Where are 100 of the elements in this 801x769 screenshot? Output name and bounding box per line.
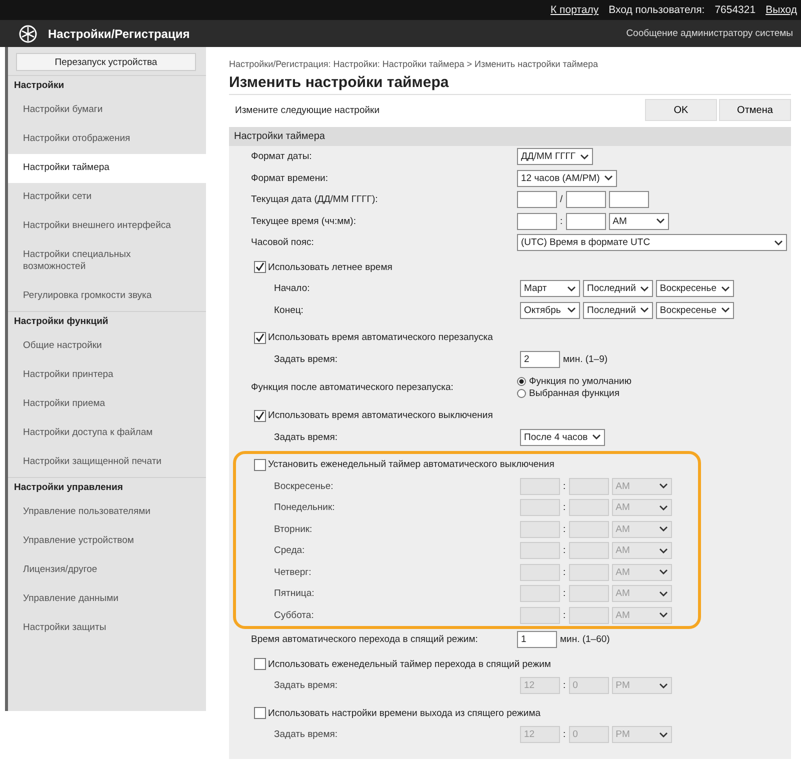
sidebar-item[interactable]: Регулировка громкости звука xyxy=(8,282,206,311)
top-link[interactable]: Выход xyxy=(766,4,797,16)
user-text: 7654321 xyxy=(714,4,756,16)
input-field[interactable] xyxy=(520,478,560,495)
input-field[interactable] xyxy=(568,585,609,602)
sidebar-item[interactable]: Настройки таймера xyxy=(8,154,206,183)
checkbox-label: Использовать настройки времени выхода из спящего режима xyxy=(268,708,541,719)
separator-text: : xyxy=(563,566,566,578)
radio-icon[interactable] xyxy=(517,377,526,386)
dropdown[interactable]: ДД/ММ ГГГГ xyxy=(517,148,593,166)
field-label: Среда: xyxy=(274,545,306,556)
input-field[interactable] xyxy=(568,499,609,516)
checkbox[interactable] xyxy=(254,707,266,720)
checkbox[interactable] xyxy=(254,658,266,670)
input-field[interactable] xyxy=(566,191,606,208)
sidebar-item[interactable]: Управление устройством xyxy=(8,527,206,556)
input-field[interactable]: 1 xyxy=(517,631,557,648)
separator-text: : xyxy=(563,680,566,692)
sidebar-item[interactable]: Управление пользователями xyxy=(8,498,206,527)
checkbox[interactable] xyxy=(254,261,266,274)
sidebar-item[interactable]: Настройки внешнего интерфейса xyxy=(8,212,206,241)
radio-icon[interactable] xyxy=(517,389,526,398)
sidebar-item[interactable]: Настройки специальных возможностей xyxy=(8,241,206,282)
input-field[interactable] xyxy=(608,191,649,208)
dropdown[interactable]: Воскресенье xyxy=(656,280,734,298)
sidebar-item[interactable]: Общие настройки xyxy=(8,332,206,361)
radio-option[interactable]: Функция по умолчанию xyxy=(517,376,632,387)
dropdown[interactable]: Октябрь xyxy=(520,302,580,319)
dropdown[interactable]: 12 часов (AM/PM) xyxy=(517,170,617,187)
chevron-down-icon xyxy=(592,434,601,440)
chevron-down-icon xyxy=(658,569,668,576)
chevron-down-icon xyxy=(656,218,665,224)
field-label: Время автоматического перехода в спящий режим: xyxy=(251,634,479,646)
chevron-down-icon xyxy=(567,307,576,314)
section-heading: Настройки таймера xyxy=(229,127,791,146)
separator-text: : xyxy=(563,480,566,492)
field-label: Вторник: xyxy=(274,524,314,535)
chevron-down-icon xyxy=(658,590,668,597)
checkbox-label: Использовать летнее время xyxy=(268,262,392,273)
restart-button[interactable]: Перезапуск устройства xyxy=(16,53,196,71)
sidebar-item[interactable]: Управление данными xyxy=(8,585,206,614)
chevron-down-icon xyxy=(720,307,730,314)
field-label: Задать время: xyxy=(274,729,339,740)
input-field[interactable]: 2 xyxy=(520,350,560,368)
dropdown[interactable]: Последний xyxy=(583,302,653,319)
radio-option[interactable]: Выбранная функция xyxy=(517,388,632,399)
user-text: Вход пользователя: xyxy=(608,4,705,16)
chevron-down-icon xyxy=(658,732,668,738)
field-label: Часовой пояс: xyxy=(251,237,315,248)
separator-text: : xyxy=(560,216,563,227)
input-field[interactable] xyxy=(520,542,560,560)
dropdown[interactable]: Март xyxy=(520,280,580,298)
field-label: Задать время: xyxy=(274,432,339,443)
input-field[interactable] xyxy=(520,564,560,581)
sidebar-item[interactable]: Лицензия/другое xyxy=(8,556,206,585)
admin-message-link[interactable]: Сообщение администратору системы xyxy=(626,28,793,39)
sidebar-item[interactable]: Настройки приема xyxy=(8,390,206,419)
input-field[interactable] xyxy=(568,478,609,495)
sidebar-item[interactable]: Настройки отображения xyxy=(8,125,206,154)
dropdown[interactable]: AM xyxy=(608,212,669,230)
input-field[interactable] xyxy=(517,212,557,230)
input-field[interactable] xyxy=(520,606,560,624)
sidebar-heading: Настройки управления xyxy=(8,477,206,498)
checkbox-label: Установить еженедельный таймер автоматического выключения xyxy=(268,459,554,470)
sidebar-item[interactable]: Настройки сети xyxy=(8,183,206,212)
sidebar-heading: Настройки функций xyxy=(8,311,206,332)
field-label: Формат времени: xyxy=(251,172,330,184)
logo-icon xyxy=(18,24,38,44)
input-field[interactable] xyxy=(568,520,609,538)
field-label: Функция после автоматического перезапуска: xyxy=(251,382,454,393)
dropdown[interactable]: Воскресенье xyxy=(656,302,734,319)
chevron-down-icon xyxy=(567,286,576,292)
checkbox[interactable] xyxy=(254,332,266,344)
action-button[interactable]: Отмена xyxy=(719,99,791,121)
sidebar-item[interactable]: Настройки принтера xyxy=(8,361,206,390)
sidebar-item[interactable]: Настройки доступа к файлам xyxy=(8,419,206,448)
input-field[interactable] xyxy=(517,191,557,208)
sidebar-item[interactable]: Настройки бумаги xyxy=(8,96,206,125)
checkbox[interactable] xyxy=(254,410,266,422)
field-label: Суббота: xyxy=(274,610,315,621)
dropdown[interactable]: (UTC) Время в формате UTC xyxy=(517,234,787,252)
separator-text: : xyxy=(563,502,566,514)
top-link[interactable]: К порталу xyxy=(550,4,599,16)
sidebar-item[interactable]: Настройки защищенной печати xyxy=(8,448,206,477)
input-field[interactable] xyxy=(568,606,609,624)
checkbox[interactable] xyxy=(254,458,266,471)
action-button[interactable]: OK xyxy=(645,99,717,121)
input-field[interactable] xyxy=(566,212,606,230)
input-field[interactable] xyxy=(520,585,560,602)
separator-text: : xyxy=(563,524,566,535)
input-field[interactable] xyxy=(568,564,609,581)
sidebar-item[interactable]: Настройки защиты xyxy=(8,614,206,643)
input-field[interactable] xyxy=(568,542,609,560)
dropdown[interactable]: После 4 часов xyxy=(520,428,605,446)
chevron-down-icon xyxy=(604,175,613,182)
input-field[interactable] xyxy=(520,520,560,538)
input-field[interactable] xyxy=(520,499,560,516)
field-label: Начало: xyxy=(274,283,311,294)
chevron-down-icon xyxy=(658,612,668,618)
dropdown[interactable]: Последний xyxy=(583,280,653,298)
